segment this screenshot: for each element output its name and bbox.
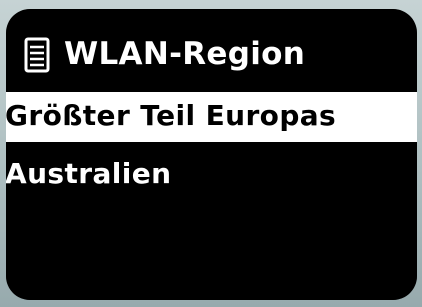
menu-item-label: Australien <box>6 157 172 190</box>
radio-display: WLAN-Region Größter Teil Europas Austral… <box>6 9 417 300</box>
menu-item[interactable]: Australien <box>6 150 417 200</box>
device-bezel: WLAN-Region Größter Teil Europas Austral… <box>0 0 422 307</box>
menu-item-selected[interactable]: Größter Teil Europas <box>6 92 417 142</box>
region-menu: Größter Teil Europas Australien <box>6 92 417 200</box>
screen-header: WLAN-Region <box>6 28 417 86</box>
page-title: WLAN-Region <box>64 36 306 72</box>
list-document-icon <box>24 37 50 73</box>
menu-item-label: Größter Teil Europas <box>6 99 337 132</box>
